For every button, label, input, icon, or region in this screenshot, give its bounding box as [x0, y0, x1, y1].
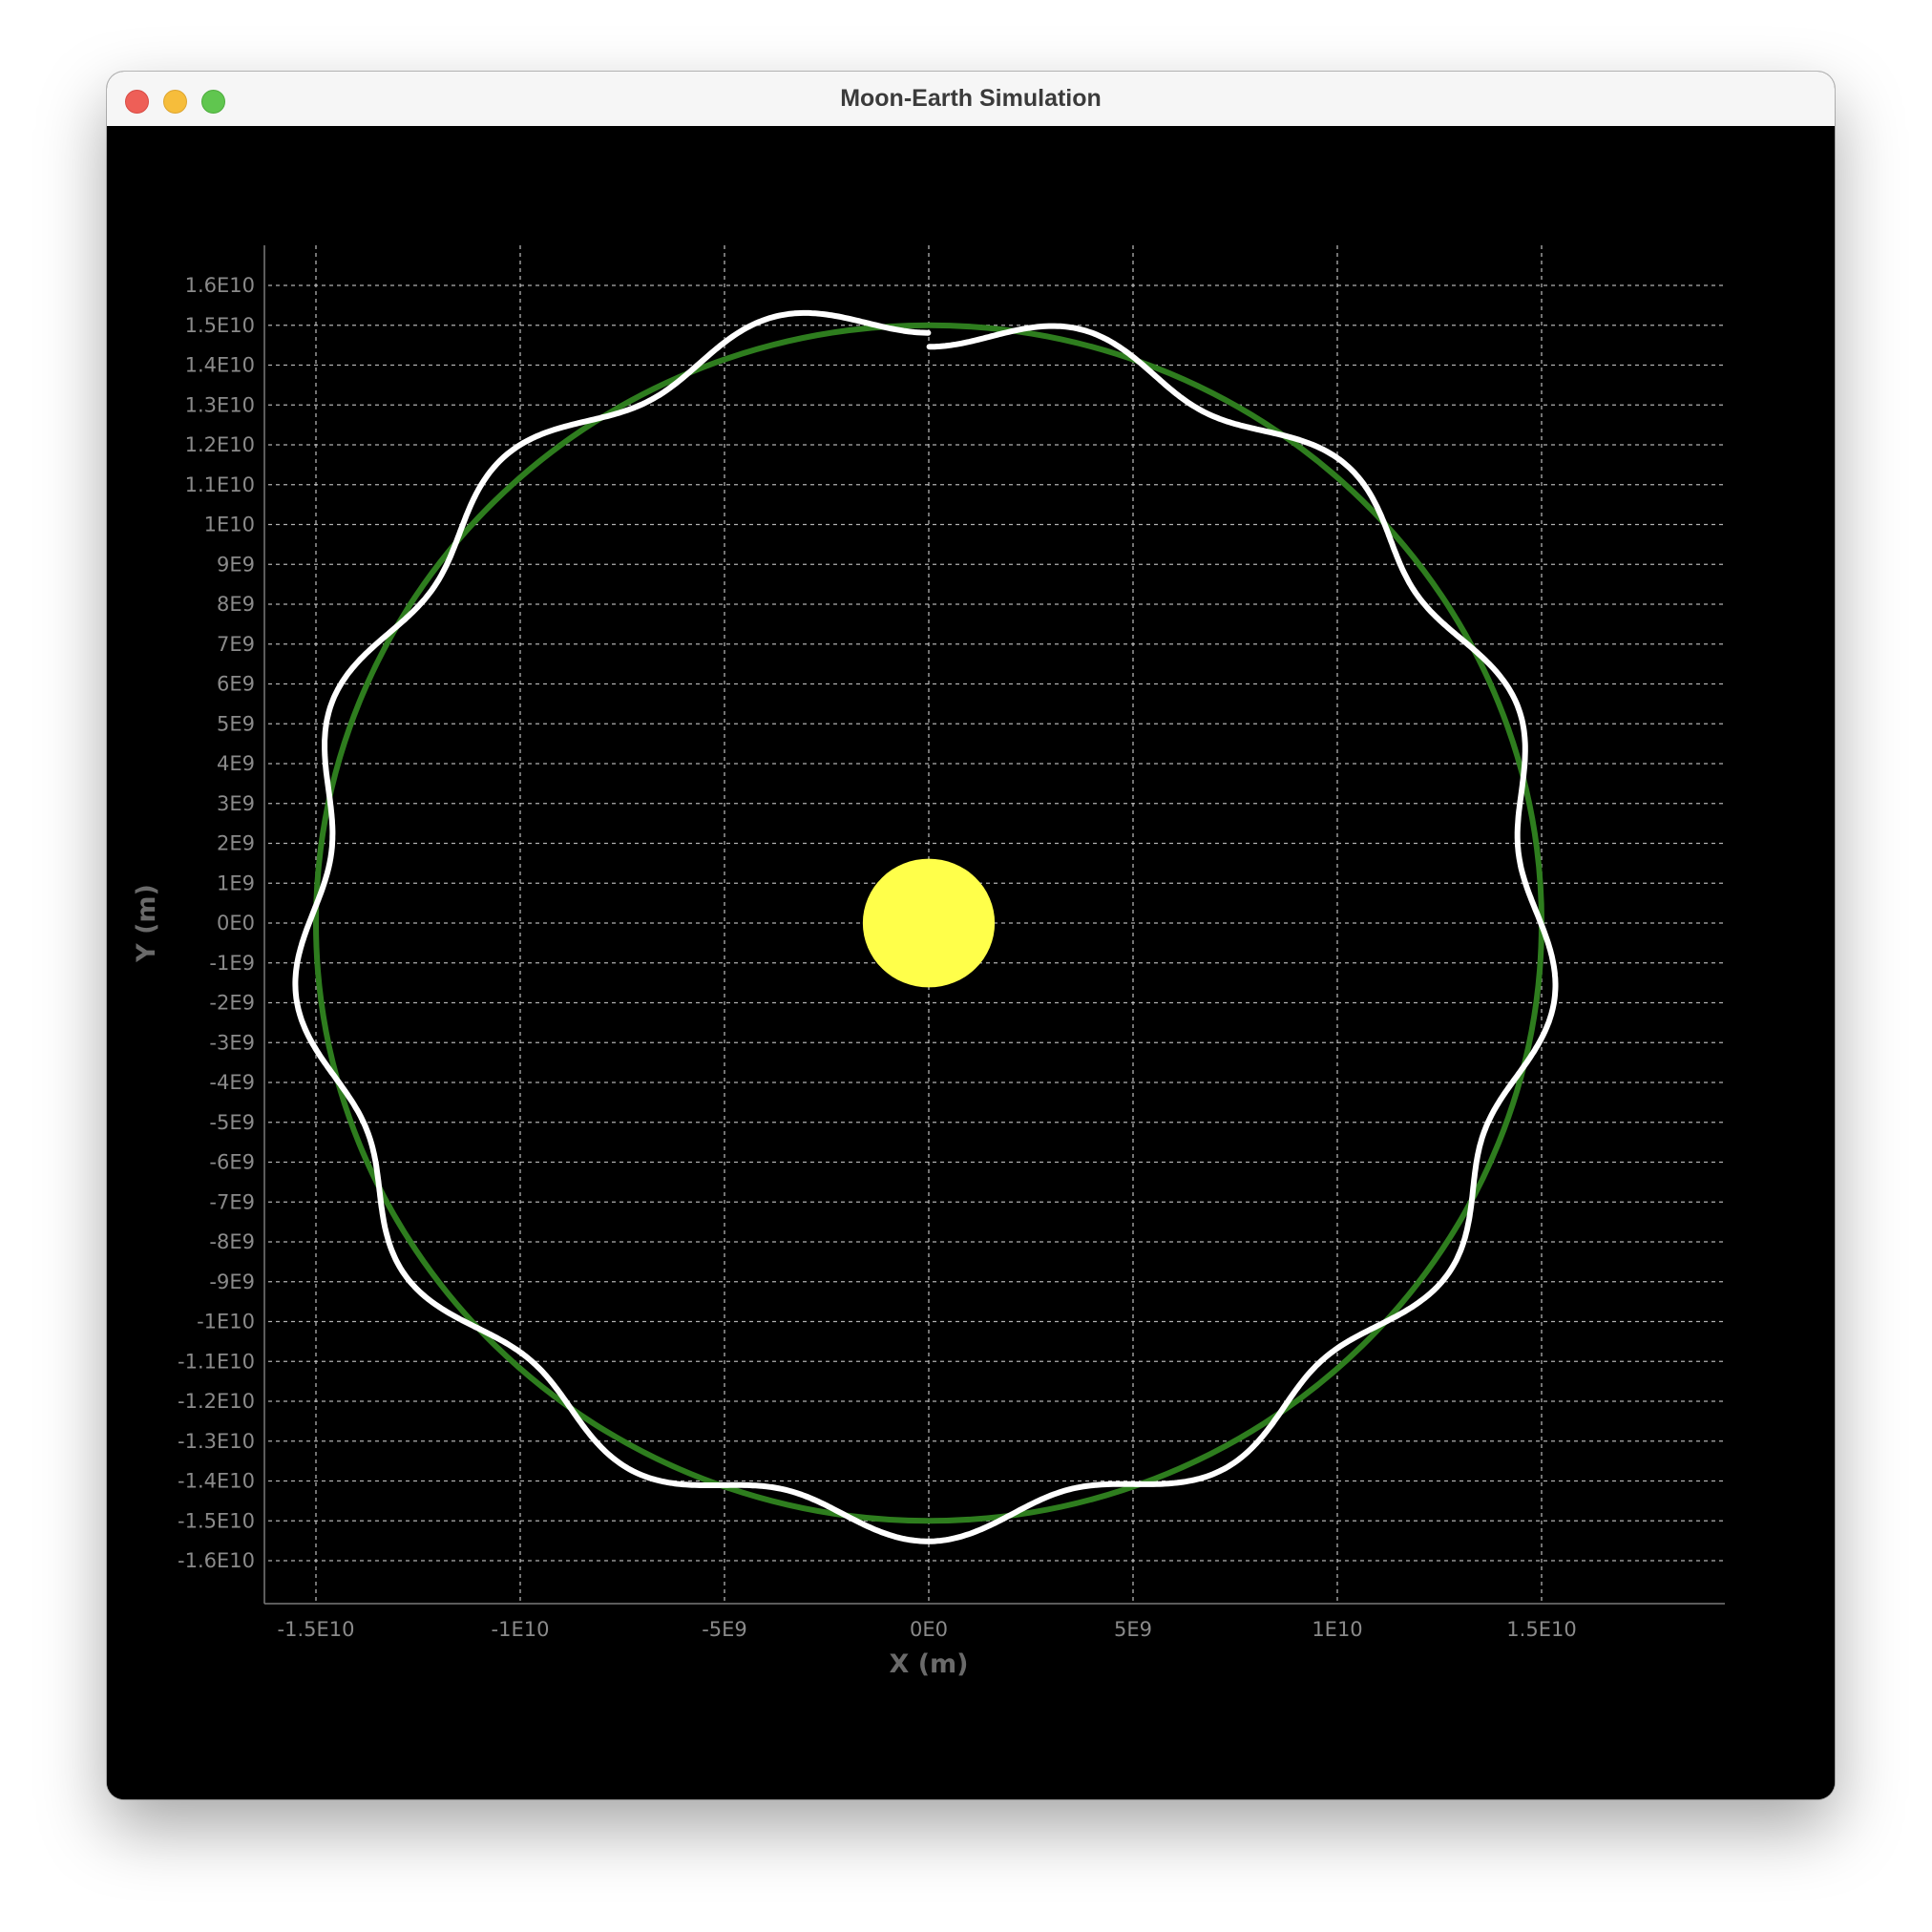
y-tick-label: 3E9 [217, 792, 255, 815]
y-tick-label: -1.2E10 [178, 1390, 255, 1413]
window-title: Moon-Earth Simulation [840, 85, 1102, 112]
x-tick-label: 5E9 [1114, 1618, 1152, 1641]
x-tick-label: -1.5E10 [278, 1618, 355, 1641]
y-tick-label: -1.3E10 [178, 1430, 255, 1453]
y-tick-label: -1.6E10 [178, 1549, 255, 1572]
y-tick-label: 1E9 [217, 872, 255, 894]
y-tick-label: -1E10 [197, 1311, 255, 1334]
y-tick-label: -6E9 [209, 1151, 255, 1174]
y-tick-label: 2E9 [217, 832, 255, 855]
y-tick-label: -1.4E10 [178, 1470, 255, 1493]
x-tick-label: 1.5E10 [1506, 1618, 1576, 1641]
y-tick-label: 9E9 [217, 553, 255, 576]
y-tick-label: 8E9 [217, 593, 255, 616]
y-tick-label: -9E9 [209, 1270, 255, 1293]
sun [862, 858, 996, 988]
y-tick-label: 1E10 [204, 514, 255, 536]
x-tick-label: 0E0 [910, 1618, 948, 1641]
y-tick-label: -7E9 [209, 1190, 255, 1213]
y-tick-label: 1.6E10 [185, 274, 255, 297]
y-tick-label: 1.5E10 [185, 314, 255, 337]
x-tick-label: -1E10 [492, 1618, 550, 1641]
y-tick-label: 1.2E10 [185, 433, 255, 456]
y-tick-label: 7E9 [217, 633, 255, 656]
y-tick-label: 0E0 [217, 912, 255, 934]
y-tick-label: -1.5E10 [178, 1509, 255, 1532]
y-tick-label: 5E9 [217, 712, 255, 735]
y-axis-label: Y (m) [132, 884, 161, 963]
y-tick-label: -8E9 [209, 1230, 255, 1253]
y-tick-label: -2E9 [209, 992, 255, 1015]
y-tick-label: -1E9 [209, 952, 255, 975]
app-window: Moon-Earth Simulation 1.6E10 1.5E10 1.4E10… [107, 72, 1835, 1799]
x-tick-label: -5E9 [702, 1618, 747, 1641]
y-tick-label: -4E9 [209, 1071, 255, 1094]
y-tick-label: -1.1E10 [178, 1350, 255, 1373]
y-tick-label: -3E9 [209, 1031, 255, 1054]
plot-area: 1.6E10 1.5E10 1.4E10 1.3E10 1.2E10 1.1E10 1E10… [107, 126, 1835, 1799]
x-tick-label: 1E10 [1312, 1618, 1362, 1641]
orbit-chart: 1.6E10 1.5E10 1.4E10 1.3E10 1.2E10 1.1E10 1E10… [107, 126, 1835, 1799]
x-axis-label: X (m) [889, 1649, 968, 1679]
y-tick-label: 6E9 [217, 673, 255, 696]
y-tick-label: 4E9 [217, 752, 255, 775]
y-tick-label: 1.1E10 [185, 473, 255, 496]
y-tick-label: 1.3E10 [185, 393, 255, 416]
y-tick-label: -5E9 [209, 1111, 255, 1134]
y-tick-label: 1.4E10 [185, 354, 255, 377]
title-bar: Moon-Earth Simulation [107, 72, 1835, 127]
